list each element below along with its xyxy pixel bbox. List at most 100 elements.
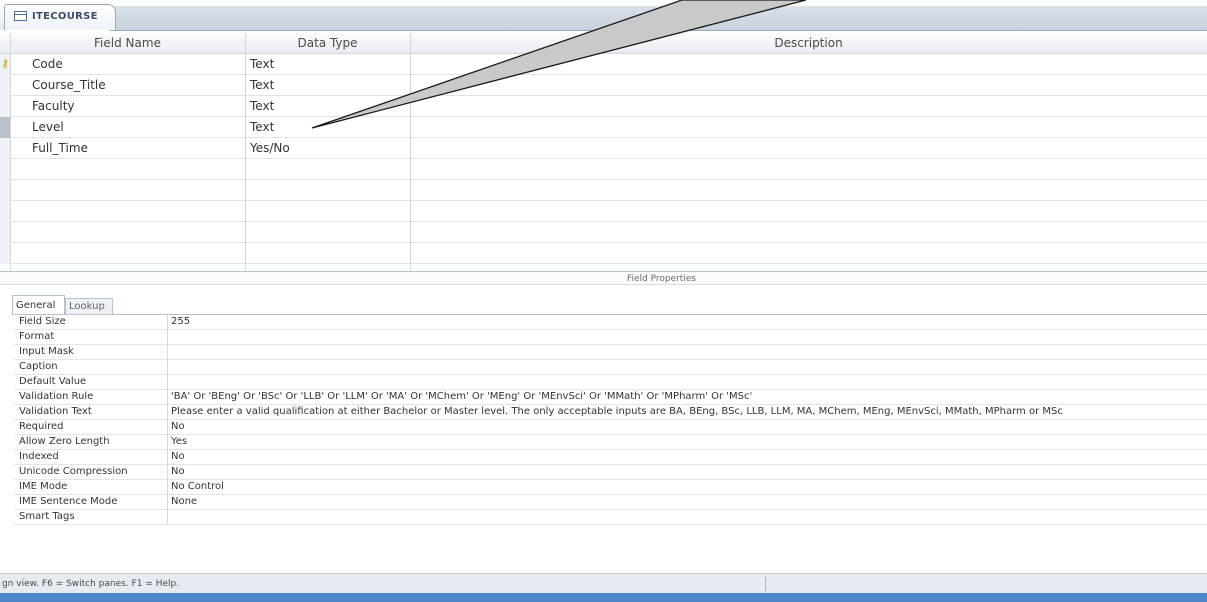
- status-text: gn view. F6 = Switch panes. F1 = Help.: [2, 579, 180, 589]
- description-cell[interactable]: [414, 54, 1194, 74]
- property-label: Caption: [19, 361, 58, 372]
- property-divider: [167, 495, 168, 509]
- field-name-cell[interactable]: [32, 222, 237, 242]
- row-selector[interactable]: [0, 96, 10, 117]
- property-label: Field Size: [19, 316, 66, 327]
- table-row[interactable]: [0, 159, 1207, 180]
- description-cell[interactable]: [414, 117, 1194, 137]
- property-divider: [167, 465, 168, 479]
- description-cell[interactable]: [414, 138, 1194, 158]
- table-row[interactable]: [0, 222, 1207, 243]
- table-row[interactable]: Faculty Text: [0, 96, 1207, 117]
- description-cell[interactable]: [414, 243, 1194, 263]
- description-cell[interactable]: [414, 75, 1194, 95]
- property-value[interactable]: No: [171, 465, 1204, 479]
- description-cell[interactable]: [414, 222, 1194, 242]
- property-value[interactable]: Yes: [171, 435, 1204, 449]
- property-row[interactable]: Smart Tags: [14, 510, 1207, 525]
- row-selector[interactable]: [0, 243, 10, 264]
- table-row[interactable]: [0, 201, 1207, 222]
- row-selector[interactable]: [0, 138, 10, 159]
- field-grid: Field Name Data Type Description ⚷ Code Te…: [0, 33, 1207, 271]
- row-selector[interactable]: [0, 75, 10, 96]
- property-label: Default Value: [19, 376, 87, 387]
- data-type-cell[interactable]: [250, 159, 400, 179]
- document-tab-strip: ITECOURSE: [0, 0, 1207, 31]
- field-name-cell[interactable]: [32, 180, 237, 200]
- column-header-field-name[interactable]: Field Name: [10, 33, 245, 54]
- property-sheet: Field Size 255 Format Input Mask Caption Defa…: [14, 314, 1207, 525]
- column-header-data-type[interactable]: Data Type: [245, 33, 410, 54]
- tab-table-design[interactable]: ITECOURSE: [4, 4, 116, 30]
- description-cell[interactable]: [414, 96, 1194, 116]
- property-value[interactable]: 255: [171, 315, 1204, 329]
- property-row[interactable]: IME Sentence Mode None: [14, 495, 1207, 510]
- table-row[interactable]: ⚷ Code Text: [0, 54, 1207, 75]
- tab-lookup[interactable]: Lookup: [65, 298, 113, 315]
- property-divider: [167, 405, 168, 419]
- data-type-cell[interactable]: [250, 180, 400, 200]
- data-type-cell[interactable]: [250, 222, 400, 242]
- table-icon: [14, 11, 27, 21]
- primary-key-icon: ⚷: [1, 57, 10, 70]
- data-type-cell[interactable]: Text: [250, 75, 400, 95]
- data-type-cell[interactable]: Text: [250, 54, 400, 74]
- description-cell[interactable]: [414, 201, 1194, 221]
- description-cell[interactable]: [414, 180, 1194, 200]
- field-name-cell[interactable]: Level: [32, 117, 237, 137]
- property-row[interactable]: Input Mask: [14, 345, 1207, 360]
- property-row[interactable]: Validation Text Please enter a valid qual…: [14, 405, 1207, 420]
- row-selector[interactable]: [0, 201, 10, 222]
- property-row[interactable]: Format: [14, 330, 1207, 345]
- field-name-cell[interactable]: Full_Time: [32, 138, 237, 158]
- property-row[interactable]: Unicode Compression No: [14, 465, 1207, 480]
- data-type-cell[interactable]: Text: [250, 117, 400, 137]
- field-properties-bar: Field Properties: [0, 271, 1207, 285]
- property-label: Format: [19, 331, 55, 342]
- property-row[interactable]: Validation Rule 'BA' Or 'BEng' Or 'BSc' O…: [14, 390, 1207, 405]
- table-row[interactable]: Full_Time Yes/No: [0, 138, 1207, 159]
- table-row[interactable]: [0, 243, 1207, 264]
- data-type-cell[interactable]: [250, 243, 400, 263]
- row-selector[interactable]: [0, 222, 10, 243]
- data-type-cell[interactable]: Yes/No: [250, 138, 400, 158]
- description-cell[interactable]: [414, 159, 1194, 179]
- property-value[interactable]: No Control: [171, 480, 1204, 494]
- property-value[interactable]: 'BA' Or 'BEng' Or 'BSc' Or 'LLB' Or 'LLM…: [171, 390, 1204, 404]
- property-label: IME Mode: [19, 481, 68, 492]
- property-row[interactable]: Field Size 255: [14, 315, 1207, 330]
- row-selector[interactable]: [0, 117, 10, 138]
- table-row[interactable]: Level Text: [0, 117, 1207, 138]
- property-value[interactable]: No: [171, 450, 1204, 464]
- property-divider: [167, 480, 168, 494]
- data-type-cell[interactable]: [250, 201, 400, 221]
- property-value[interactable]: None: [171, 495, 1204, 509]
- row-selector[interactable]: ⚷: [0, 54, 10, 75]
- column-header-description[interactable]: Description: [410, 33, 1207, 54]
- column-divider: [10, 33, 11, 271]
- row-selector[interactable]: [0, 180, 10, 201]
- property-divider: [167, 330, 168, 344]
- property-row[interactable]: Caption: [14, 360, 1207, 375]
- field-name-cell[interactable]: [32, 159, 237, 179]
- property-row[interactable]: IME Mode No Control: [14, 480, 1207, 495]
- property-row[interactable]: Required No: [14, 420, 1207, 435]
- property-value[interactable]: No: [171, 420, 1204, 434]
- tab-general[interactable]: General: [12, 295, 65, 315]
- row-selector[interactable]: [0, 159, 10, 180]
- field-name-cell[interactable]: [32, 243, 237, 263]
- data-type-cell[interactable]: Text: [250, 96, 400, 116]
- taskbar-accent: [0, 593, 1207, 602]
- field-name-cell[interactable]: Faculty: [32, 96, 237, 116]
- table-row[interactable]: [0, 180, 1207, 201]
- property-row[interactable]: Indexed No: [14, 450, 1207, 465]
- property-value[interactable]: Please enter a valid qualification at ei…: [171, 405, 1204, 419]
- field-name-cell[interactable]: [32, 201, 237, 221]
- property-row[interactable]: Allow Zero Length Yes: [14, 435, 1207, 450]
- property-label: Validation Text: [19, 406, 92, 417]
- field-name-cell[interactable]: Course_Title: [32, 75, 237, 95]
- field-name-cell[interactable]: Code: [32, 54, 237, 74]
- table-row[interactable]: Course_Title Text: [0, 75, 1207, 96]
- property-row[interactable]: Default Value: [14, 375, 1207, 390]
- property-divider: [167, 390, 168, 404]
